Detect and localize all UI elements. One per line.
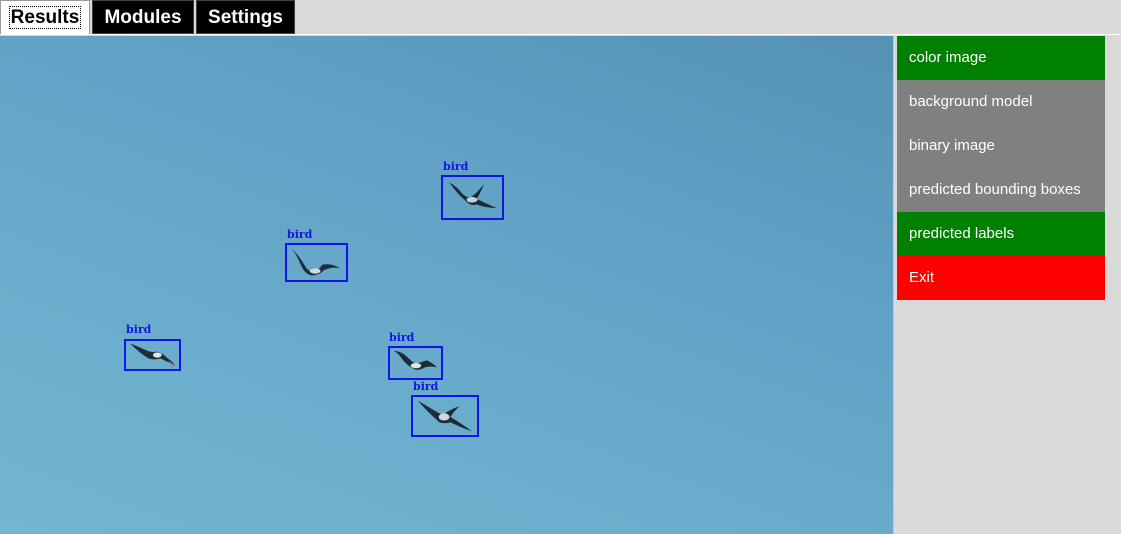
detection-box [124, 339, 181, 371]
bird-image [130, 343, 175, 368]
result-image-view: bird bird bird bird bird [0, 36, 893, 534]
predicted-labels-toggle[interactable]: predicted labels [897, 212, 1105, 256]
tab-settings[interactable]: Settings [196, 0, 295, 34]
tab-modules-label: Modules [104, 7, 182, 28]
detection-box [411, 395, 479, 437]
bird-image [393, 350, 438, 370]
app-window: Results Modules Settings bird bird bird [0, 0, 1121, 534]
background-model-toggle[interactable]: background model [897, 80, 1105, 124]
tab-results-label: Results [8, 6, 82, 29]
detection-box [441, 175, 504, 220]
tab-modules[interactable]: Modules [92, 0, 194, 34]
tab-results[interactable]: Results [0, 0, 90, 34]
tab-settings-label: Settings [208, 7, 283, 28]
detection-label: bird [413, 380, 439, 393]
bird-image [417, 400, 473, 432]
detection-box [388, 346, 443, 380]
exit-button[interactable]: Exit [897, 256, 1105, 300]
bird-image [449, 182, 497, 208]
predicted-bounding-boxes-toggle[interactable]: predicted bounding boxes [897, 168, 1105, 212]
detection-label: bird [287, 228, 313, 241]
color-image-toggle[interactable]: color image [897, 36, 1105, 80]
detection-box [285, 243, 348, 282]
control-panel: color image background model binary imag… [893, 36, 1121, 534]
tab-bar: Results Modules Settings [0, 0, 1121, 35]
detection-label: bird [389, 331, 415, 344]
binary-image-toggle[interactable]: binary image [897, 124, 1105, 168]
detection-label: bird [126, 323, 152, 336]
detection-label: bird [443, 160, 469, 173]
bird-image [291, 248, 341, 276]
